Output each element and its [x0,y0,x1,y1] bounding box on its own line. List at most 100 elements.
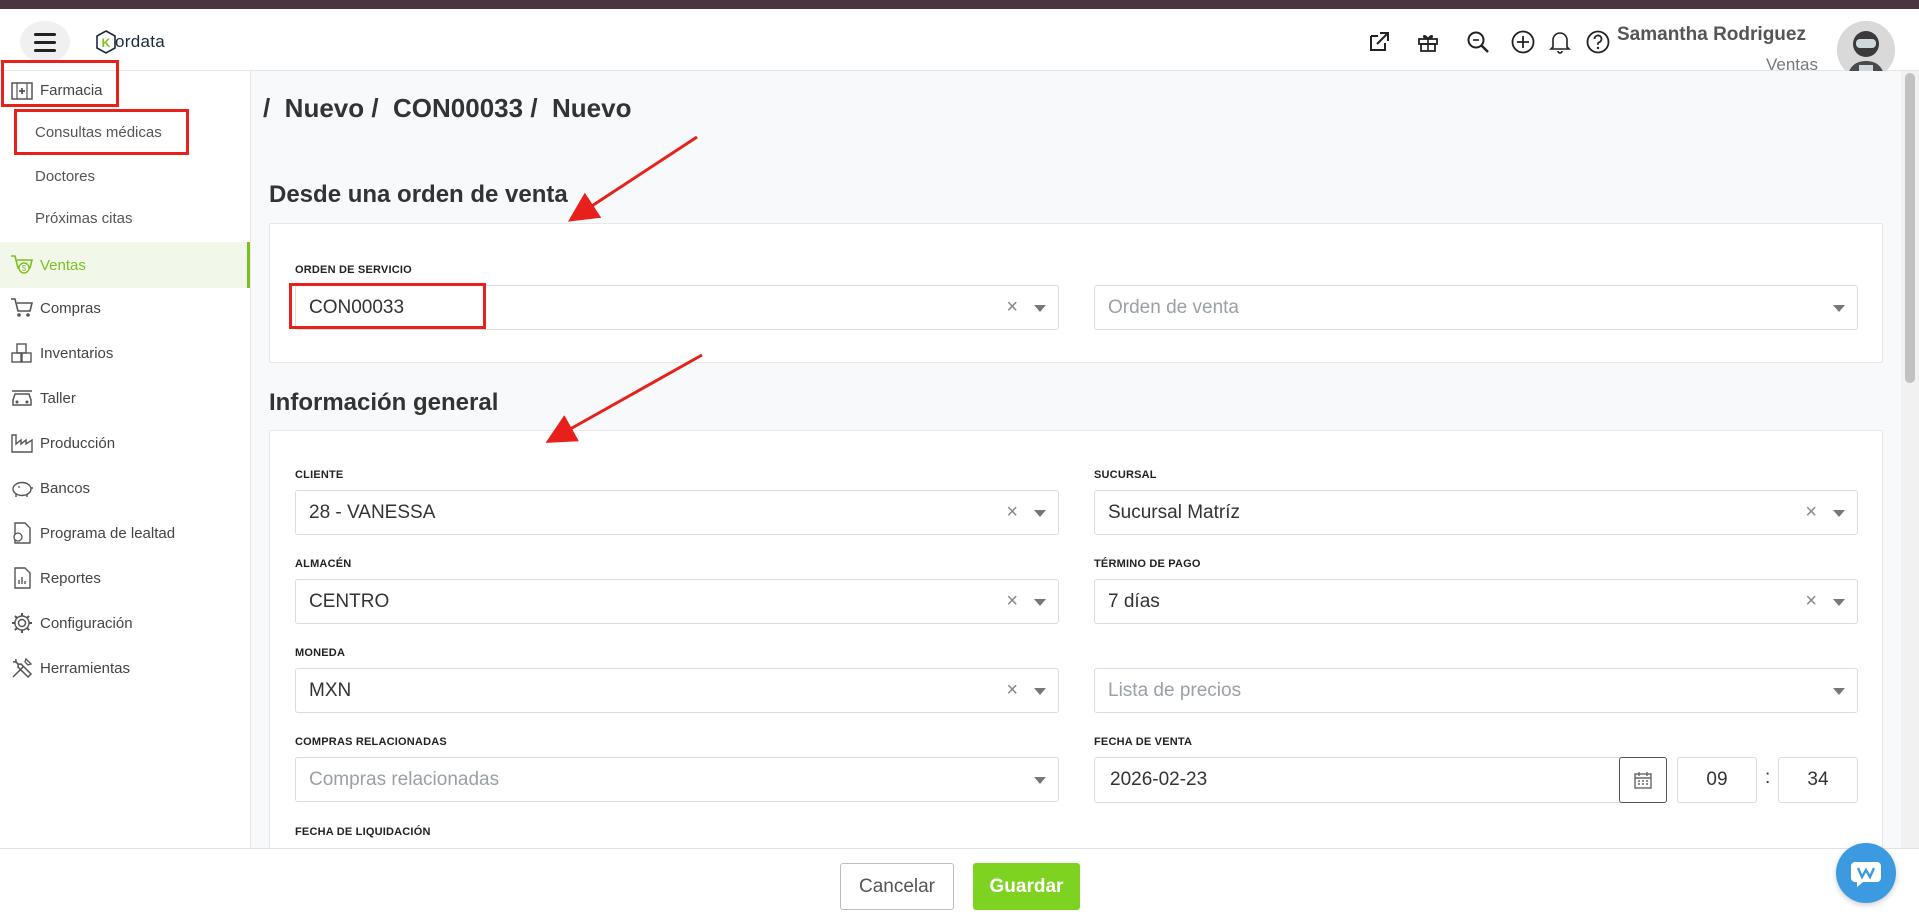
compras-relacionadas-placeholder: Compras relacionadas [309,768,500,790]
sidebar-item-taller[interactable]: Taller [0,378,250,418]
compras-relacionadas-label: COMPRAS RELACIONADAS [295,736,447,748]
moneda-value: MXN [309,679,352,701]
lista-precios-placeholder: Lista de precios [1108,679,1242,701]
chevron-down-icon [1833,305,1845,312]
cart-icon [8,294,36,322]
annotation-box-farmacia [1,60,119,107]
sidebar-item-label: Programa de lealtad [40,524,176,542]
sucursal-select[interactable]: Sucursal Matríz × [1094,490,1858,535]
kordata-logo[interactable]: K ordata [95,29,165,55]
almacen-label: ALMACÉN [295,558,352,570]
scrollbar-thumb[interactable] [1905,73,1915,383]
annotation-box-consultas [14,109,189,155]
svg-text:K: K [102,36,111,50]
bell-icon[interactable] [1545,27,1575,57]
cliente-select[interactable]: 28 - VANESSA × [295,490,1059,535]
sidebar-item-configuracion[interactable]: Configuración [0,603,250,643]
almacen-select[interactable]: CENTRO × [295,579,1059,624]
compras-relacionadas-select[interactable]: Compras relacionadas [295,757,1059,802]
svg-text:$: $ [22,264,27,273]
hamburger-menu-button[interactable] [20,21,70,63]
clear-icon[interactable]: × [1006,296,1018,319]
sidebar-item-compras[interactable]: Compras [0,288,250,328]
piggy-bank-icon [8,474,36,502]
orden-servicio-label: ORDEN DE SERVICIO [295,264,412,276]
chevron-down-icon [1833,688,1845,695]
section-title-informacion: Información general [269,389,499,416]
chat-button[interactable] [1836,843,1896,903]
calendar-button[interactable] [1619,757,1667,803]
clear-icon[interactable]: × [1805,501,1817,524]
termino-pago-select[interactable]: 7 días × [1094,579,1858,624]
help-icon[interactable] [1583,27,1613,57]
save-button[interactable]: Guardar [973,863,1080,910]
orden-venta-placeholder: Orden de venta [1108,296,1239,318]
factory-icon [8,429,36,457]
sidebar-item-label: Compras [40,299,101,317]
time-separator: : [1765,767,1771,788]
sidebar-item-label: Ventas [40,256,86,274]
boxes-icon [8,339,36,367]
logo-hexagon-icon: K [96,30,116,54]
minute-value: 34 [1807,769,1829,790]
fecha-liquidacion-label: FECHA DE LIQUIDACIÓN [295,826,431,838]
sidebar-item-bancos[interactable]: Bancos [0,468,250,508]
chevron-down-icon [1034,599,1046,606]
sidebar-item-lealtad[interactable]: Programa de lealtad [0,513,250,553]
plus-circle-icon[interactable] [1508,27,1538,57]
cliente-label: CLIENTE [295,469,344,481]
annotation-box-orden-servicio [289,283,486,329]
sidebar-item-label: Taller [40,389,76,407]
clear-icon[interactable]: × [1006,679,1018,702]
breadcrumb: / Nuevo / CON00033 / Nuevo [263,93,632,123]
sales-cart-icon: $ [8,251,36,279]
sidebar-item-reportes[interactable]: Reportes [0,558,250,598]
fecha-venta-label: FECHA DE VENTA [1094,736,1193,748]
gear-icon [8,609,36,637]
sucursal-value: Sucursal Matríz [1108,501,1240,523]
sidebar-item-label: Herramientas [40,659,131,677]
hour-value: 09 [1706,769,1728,790]
minute-input[interactable]: 34 [1778,757,1858,803]
clear-icon[interactable]: × [1805,590,1817,613]
moneda-label: MONEDA [295,647,346,659]
clear-icon[interactable]: × [1006,501,1018,524]
chevron-down-icon [1833,599,1845,606]
gift-icon[interactable] [1413,27,1443,57]
top-header: K ordata Samantha Rodriguez Ventas [0,9,1919,79]
sidebar-item-label: Producción [40,434,116,452]
card-informacion-general: CLIENTE 28 - VANESSA × SUCURSAL Sucursal… [269,430,1883,860]
external-link-icon[interactable] [1364,27,1394,57]
sidebar-sub-proximas-citas[interactable]: Próximas citas [35,210,133,227]
report-icon [8,564,36,592]
loyalty-document-icon [8,519,36,547]
sidebar-item-herramientas[interactable]: Herramientas [0,648,250,688]
user-name[interactable]: Samantha Rodriguez [1617,24,1806,46]
sidebar-item-inventarios[interactable]: Inventarios [0,333,250,373]
sidebar-item-ventas[interactable]: $ Ventas [0,242,250,288]
orden-venta-select[interactable]: Orden de venta [1094,285,1858,330]
search-zoom-icon[interactable] [1463,27,1493,57]
sidebar-item-produccion[interactable]: Producción [0,423,250,463]
lista-precios-select[interactable]: Lista de precios [1094,668,1858,713]
hour-input[interactable]: 09 [1677,757,1757,803]
calendar-icon [1634,772,1652,789]
car-icon [8,384,36,412]
cancel-button[interactable]: Cancelar [840,863,954,910]
top-stripe [0,0,1919,9]
fecha-venta-input[interactable]: 2026-02-23 [1094,757,1665,803]
termino-pago-label: TÉRMINO DE PAGO [1094,558,1201,570]
sucursal-label: SUCURSAL [1094,469,1157,481]
sidebar-sub-doctores[interactable]: Doctores [35,168,95,185]
scrollbar[interactable] [1901,71,1919,848]
moneda-select[interactable]: MXN × [295,668,1059,713]
tools-icon [8,654,36,682]
main-content: / Nuevo / CON00033 / Nuevo Desde una ord… [251,71,1901,860]
fecha-venta-value: 2026-02-23 [1110,769,1208,790]
chevron-down-icon [1034,777,1046,784]
clear-icon[interactable]: × [1006,590,1018,613]
footer-bar: Cancelar Guardar [0,848,1919,920]
cliente-value: 28 - VANESSA [309,501,436,523]
chevron-down-icon [1833,510,1845,517]
section-title-orden-venta: Desde una orden de venta [269,181,568,208]
